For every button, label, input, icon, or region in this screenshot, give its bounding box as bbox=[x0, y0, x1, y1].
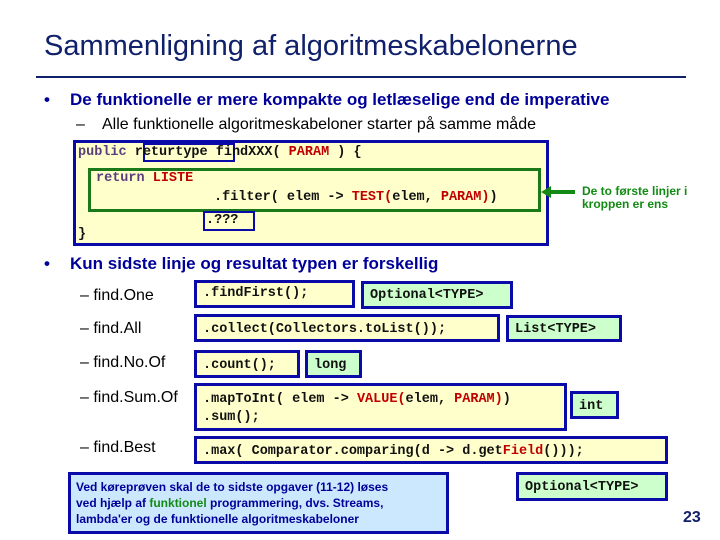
label-text: find.Best bbox=[93, 439, 156, 456]
page-title: Sammenligning af algoritmeskabelonerne bbox=[44, 30, 578, 62]
title-divider bbox=[36, 76, 686, 78]
type-long: long bbox=[305, 350, 362, 378]
code-find-first: .findFirst(); bbox=[194, 280, 355, 308]
code-param2: PARAM) bbox=[440, 190, 490, 205]
exam-note-box: Ved køreprøven skal de to sidste opgaver… bbox=[68, 472, 449, 534]
code-ellipsis: .??? bbox=[206, 213, 239, 228]
row-label-find-best: – find.Best bbox=[80, 439, 156, 456]
bullet-1: De funktionelle er mere kompakte og letl… bbox=[70, 90, 610, 109]
type-list: List<TYPE> bbox=[506, 315, 622, 342]
code-collect: .collect(Collectors.toList()); bbox=[194, 314, 500, 342]
code-text: ())); bbox=[543, 444, 584, 459]
code-text: .mapToInt( elem -> bbox=[203, 392, 357, 407]
footer-line-2b: programmering, dvs. Streams, bbox=[206, 496, 384, 510]
code-filter: .filter( elem -> bbox=[214, 190, 352, 205]
code-param: PARAM) bbox=[454, 392, 503, 407]
page-number: 23 bbox=[683, 509, 701, 526]
label-text: find.Sum.Of bbox=[93, 389, 178, 406]
code-value: VALUE( bbox=[356, 392, 406, 407]
code-returtype: returtype bbox=[134, 145, 208, 160]
label-text: find.No.Of bbox=[93, 354, 166, 371]
footer-line-3: lambda'er og de funktionelle algoritmesk… bbox=[76, 512, 359, 526]
code-brace: } bbox=[78, 227, 87, 242]
code-param: PARAM bbox=[288, 145, 330, 160]
code-text: elem, bbox=[405, 392, 455, 407]
code-find: findXXX( bbox=[215, 145, 281, 160]
dash: – bbox=[76, 116, 85, 133]
bullet-dot: • bbox=[44, 254, 50, 273]
code-max: .max( Comparator.comparing(d -> d.getFie… bbox=[194, 436, 668, 464]
code-public: public bbox=[78, 145, 127, 160]
code-field: Field bbox=[502, 444, 544, 459]
row-label-find-no-of: – find.No.Of bbox=[80, 354, 166, 371]
code-paren: ) bbox=[489, 190, 498, 205]
code-return: return bbox=[96, 171, 145, 186]
bullet-2: Kun sidste linje og resultat typen er fo… bbox=[70, 254, 439, 273]
code-count: .count(); bbox=[194, 350, 300, 378]
bullet-dot: • bbox=[44, 90, 50, 109]
sub-bullet-1: Alle funktionelle algoritmeskabeloner st… bbox=[102, 116, 536, 133]
code-test: TEST( bbox=[351, 190, 393, 205]
footer-line-2: ved hjælp af bbox=[76, 496, 150, 510]
code-elem: elem, bbox=[392, 190, 441, 205]
footer-highlight: funktionel bbox=[149, 496, 207, 510]
code-map-to-int: .mapToInt( elem -> VALUE(elem, PARAM)) .s… bbox=[194, 383, 567, 431]
label-text: find.All bbox=[93, 320, 142, 337]
code-liste: LISTE bbox=[152, 171, 194, 186]
row-label-find-sum-of: – find.Sum.Of bbox=[80, 389, 178, 406]
row-label-find-one: – find.One bbox=[80, 287, 154, 304]
code-close: ) { bbox=[337, 145, 362, 160]
row-label-find-all: – find.All bbox=[80, 320, 142, 337]
type-optional: Optional<TYPE> bbox=[361, 281, 513, 309]
type-int: int bbox=[570, 391, 619, 419]
code-text: ) bbox=[502, 392, 511, 407]
arrow-left-icon bbox=[541, 186, 575, 198]
type-optional-best: Optional<TYPE> bbox=[516, 472, 668, 501]
note-line-2: kroppen er ens bbox=[582, 197, 669, 211]
label-text: find.One bbox=[93, 287, 154, 304]
footer-line-1: Ved køreprøven skal de to sidste opgaver… bbox=[76, 480, 389, 494]
code-text: .max( Comparator.comparing(d -> d.get bbox=[203, 444, 503, 459]
code-sum: .sum(); bbox=[203, 410, 260, 425]
